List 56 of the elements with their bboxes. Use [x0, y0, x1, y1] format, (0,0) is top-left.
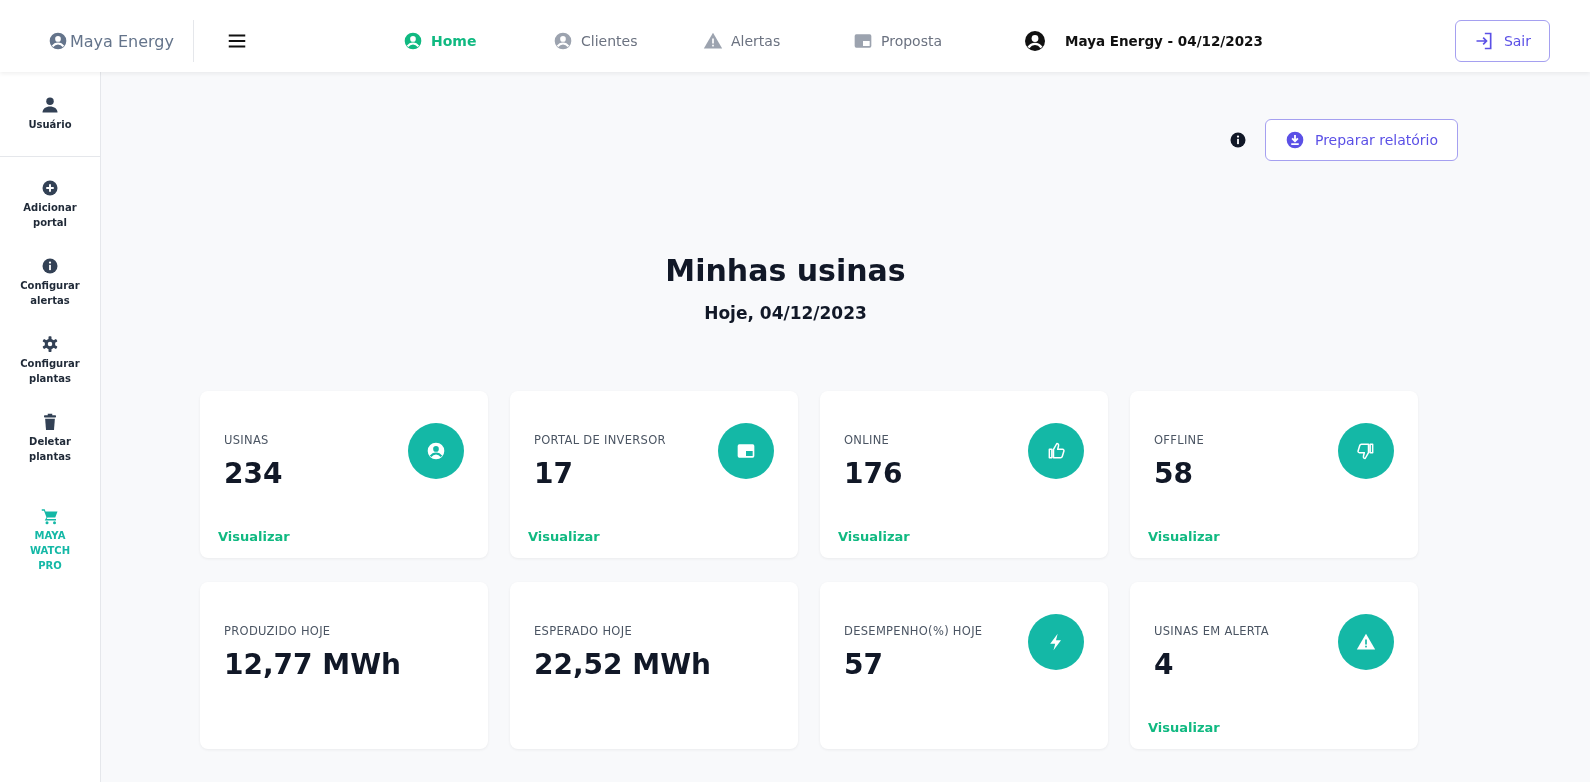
- date-subtitle: Hoje, 04/12/2023: [703, 303, 868, 323]
- nav-tab[interactable]: Alertas: [703, 31, 853, 51]
- info-icon: [1228, 131, 1247, 149]
- stat-label: DESEMPENHO(%) HOJE: [844, 624, 983, 638]
- gear-icon: [41, 335, 59, 353]
- view-link[interactable]: Visualizar: [218, 529, 290, 544]
- thumbs-down-icon: [1338, 423, 1394, 479]
- nav-tab[interactable]: Proposta: [853, 31, 1003, 51]
- user-circle-icon: [408, 423, 464, 479]
- report-button[interactable]: Preparar relatório: [1264, 119, 1458, 161]
- person-icon: [41, 96, 59, 114]
- user-circle-icon: [48, 31, 68, 51]
- account-label: Maya Energy - 04/12/2023: [1065, 33, 1263, 49]
- view-link[interactable]: Visualizar: [528, 529, 600, 544]
- stat-label: ESPERADO HOJE: [534, 624, 633, 638]
- user-menu-item[interactable]: Usuário: [15, 96, 85, 132]
- stat-value: 17: [534, 457, 574, 490]
- window-icon: [718, 423, 774, 479]
- stat-value: 12,77 MWh: [224, 648, 401, 681]
- stat-value: 176: [844, 457, 903, 490]
- user-circle-icon: [553, 31, 573, 51]
- plus-circle-icon: [41, 179, 59, 197]
- view-link[interactable]: Visualizar: [1148, 720, 1220, 735]
- stat-label: PRODUZIDO HOJE: [224, 624, 332, 638]
- user-circle-icon: [1023, 29, 1047, 53]
- sidebar-menu-item[interactable]: Configurar alertas: [15, 257, 85, 308]
- stat-label: USINAS EM ALERTA: [1154, 624, 1269, 638]
- stat-value: 4: [1154, 648, 1175, 681]
- window-icon: [853, 31, 873, 51]
- stat-label: OFFLINE: [1154, 433, 1205, 447]
- sidebar-menu-item[interactable]: Adicionar portal: [15, 179, 85, 230]
- nav-tab[interactable]: Clientes: [553, 31, 703, 51]
- thumbs-up-icon: [1028, 423, 1084, 479]
- sidebar-menu-item[interactable]: Deletar plantas: [15, 413, 85, 464]
- info-icon: [41, 257, 59, 275]
- stat-label: ONLINE: [844, 433, 891, 447]
- stat-value: 234: [224, 457, 283, 490]
- page-title: Minhas usinas: [664, 252, 907, 290]
- stat-label: USINAS: [224, 433, 270, 447]
- download-icon: [1284, 130, 1305, 150]
- stat-value: 57: [844, 648, 884, 681]
- warning-icon: [703, 31, 723, 51]
- view-link[interactable]: Visualizar: [838, 529, 910, 544]
- view-link[interactable]: Visualizar: [1148, 529, 1220, 544]
- lightning-icon: [1028, 614, 1084, 670]
- stat-value: 58: [1154, 457, 1194, 490]
- nav-tab[interactable]: Home: [403, 31, 553, 51]
- user-circle-icon: [403, 31, 423, 51]
- warning-icon: [1338, 614, 1394, 670]
- cart-icon: [41, 507, 59, 525]
- stat-label: PORTAL DE INVERSOR: [534, 433, 666, 447]
- brand-logo[interactable]: Maya Energy: [48, 31, 193, 51]
- trash-icon: [41, 413, 59, 431]
- stat-value: 22,52 MWh: [534, 648, 711, 681]
- sidebar-menu-item[interactable]: Configurar plantas: [15, 335, 85, 386]
- logout-button[interactable]: Sair: [1454, 20, 1550, 62]
